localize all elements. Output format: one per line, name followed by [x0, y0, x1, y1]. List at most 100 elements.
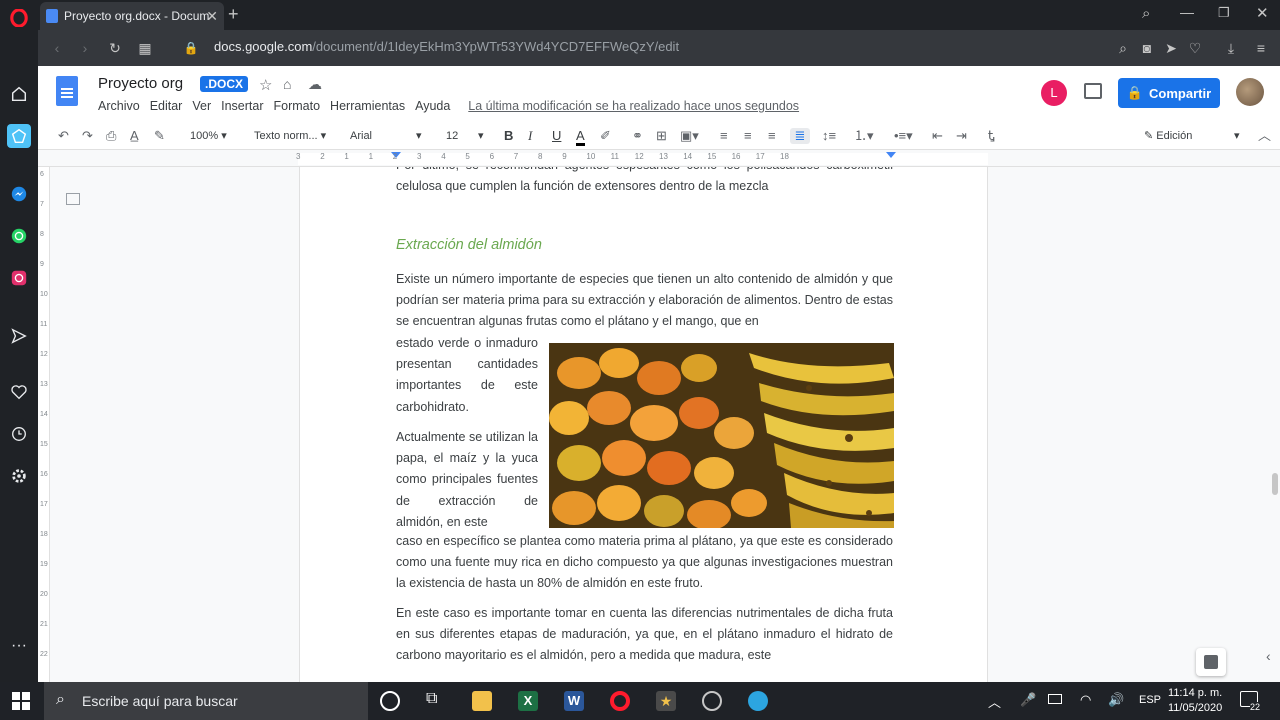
tabs-grid-icon[interactable]: ▦	[136, 39, 154, 57]
menu-editar[interactable]: Editar	[150, 99, 183, 113]
task-view-icon[interactable]: ⧉	[426, 690, 437, 708]
editing-mode-select[interactable]: ✎ Edición	[1144, 128, 1192, 144]
tray-expand-icon[interactable]: ︿	[988, 692, 1001, 711]
undo-icon[interactable]: ↶	[58, 128, 69, 144]
docs-logo-icon[interactable]	[56, 76, 78, 106]
url-field[interactable]: docs.google.com/document/d/1IdeyEkHm3YpW…	[214, 39, 679, 54]
menu-insertar[interactable]: Insertar	[221, 99, 263, 113]
user-avatar[interactable]	[1236, 78, 1264, 106]
increase-indent-icon[interactable]: ⇥	[956, 128, 967, 144]
restore-icon[interactable]: ❐	[1218, 5, 1230, 21]
align-right-icon[interactable]: ≡	[768, 128, 776, 144]
telegram-icon[interactable]	[748, 691, 768, 711]
fruit-photo[interactable]	[549, 343, 894, 528]
font-size-arrow-icon[interactable]: ▾	[478, 128, 484, 144]
insert-image-icon[interactable]: ▣▾	[680, 128, 699, 144]
back-icon[interactable]: ‹	[48, 39, 66, 57]
search-tabs-icon[interactable]: ⌕	[1142, 5, 1150, 22]
align-justify-icon[interactable]: ≣	[790, 128, 810, 144]
highlight-icon[interactable]: ✐	[600, 128, 611, 144]
taskbar-clock[interactable]: 11:14 p. m. 11/05/2020	[1168, 686, 1222, 716]
print-icon[interactable]: ⎙	[106, 128, 116, 144]
opera-taskbar-icon[interactable]	[610, 691, 630, 711]
zoom-select[interactable]: 100% ▾	[190, 128, 227, 144]
menu-icon[interactable]: ≡	[1252, 39, 1270, 57]
wifi-icon[interactable]: ◠	[1080, 692, 1091, 708]
movie-maker-icon[interactable]: ★	[656, 691, 676, 711]
opera-logo-icon[interactable]	[7, 6, 31, 30]
star-icon[interactable]: ☆	[259, 76, 272, 94]
underline-icon[interactable]: U	[552, 128, 561, 144]
taskbar-search[interactable]: ⌕ Escribe aquí para buscar	[44, 682, 368, 720]
collapse-menu-icon[interactable]: ︿	[1258, 128, 1271, 144]
microphone-icon[interactable]: 🎤	[1020, 692, 1036, 708]
font-select[interactable]: Arial	[350, 128, 426, 144]
editing-mode-arrow-icon[interactable]: ▾	[1234, 128, 1240, 144]
document-outline-icon[interactable]	[66, 193, 80, 205]
menu-ver[interactable]: Ver	[192, 99, 211, 113]
download-icon[interactable]: ⤓	[1222, 39, 1240, 57]
spellcheck-icon[interactable]: A̲	[130, 128, 139, 144]
excel-icon[interactable]: X	[518, 691, 538, 711]
menu-archivo[interactable]: Archivo	[98, 99, 140, 113]
italic-icon[interactable]: I	[528, 128, 532, 144]
explore-button[interactable]	[1196, 648, 1226, 676]
forward-icon[interactable]: ›	[76, 39, 94, 57]
font-select-arrow-icon[interactable]: ▾	[416, 128, 422, 144]
decrease-indent-icon[interactable]: ⇤	[932, 128, 943, 144]
style-select[interactable]: Texto norm... ▾	[254, 128, 326, 144]
word-icon[interactable]: W	[564, 691, 584, 711]
battery-icon[interactable]	[1048, 694, 1062, 704]
more-options-icon[interactable]: ···	[7, 634, 31, 658]
file-explorer-icon[interactable]	[472, 691, 492, 711]
align-center-icon[interactable]: ≡	[744, 128, 752, 144]
heart-icon[interactable]	[7, 380, 31, 404]
volume-icon[interactable]: 🔊	[1108, 692, 1124, 708]
whatsapp-icon[interactable]	[7, 224, 31, 248]
document-title[interactable]: Proyecto org	[98, 75, 183, 92]
window-close-icon[interactable]: ✕	[1256, 4, 1269, 22]
settings-gear-icon[interactable]	[7, 464, 31, 488]
minimize-icon[interactable]: —	[1180, 4, 1194, 20]
search-icon[interactable]: ⌕	[1114, 39, 1132, 57]
side-panel-toggle-icon[interactable]: ‹	[1266, 648, 1271, 664]
send-page-icon[interactable]: ➤	[1162, 39, 1180, 57]
instagram-icon[interactable]	[7, 266, 31, 290]
redo-icon[interactable]: ↷	[82, 128, 93, 144]
share-button[interactable]: 🔒 Compartir	[1118, 78, 1220, 108]
camera-icon[interactable]: ◙	[1138, 39, 1156, 57]
language-indicator[interactable]: ESP	[1139, 694, 1161, 706]
new-tab-icon[interactable]: +	[228, 4, 239, 25]
scrollbar-thumb[interactable]	[1272, 473, 1278, 495]
home-icon[interactable]	[7, 82, 31, 106]
history-clock-icon[interactable]	[7, 422, 31, 446]
align-left-icon[interactable]: ≡	[720, 128, 728, 144]
menu-formato[interactable]: Formato	[274, 99, 321, 113]
bookmark-heart-icon[interactable]: ♡	[1186, 39, 1204, 57]
vertical-ruler[interactable]: 6 7 8 9 10 11 12 13 14 15 16 17 18 19 20 21 22	[38, 167, 50, 682]
menu-herramientas[interactable]: Herramientas	[330, 99, 405, 113]
bulleted-list-icon[interactable]: •≡▾	[894, 128, 913, 144]
line-spacing-icon[interactable]: ↕≡	[822, 128, 836, 144]
start-windows-icon[interactable]	[12, 692, 30, 710]
cortana-icon[interactable]	[380, 691, 400, 711]
collaborator-avatar[interactable]: L	[1041, 80, 1067, 106]
text-color-icon[interactable]: A	[576, 128, 585, 146]
bold-icon[interactable]: B	[504, 128, 513, 144]
send-icon[interactable]	[7, 324, 31, 348]
document-page[interactable]: Por último, se recomiendan agentes espes…	[299, 167, 988, 682]
tab-close-icon[interactable]: ✕	[206, 8, 218, 25]
obs-icon[interactable]	[702, 691, 722, 711]
link-icon[interactable]: ⚭	[632, 128, 643, 144]
numbered-list-icon[interactable]: ⒈▾	[854, 128, 874, 144]
horizontal-ruler[interactable]: 3 2 1 1 2 3 4 5 6 7 8 9 10 11 12 13 14 15 16 17 18	[38, 151, 1280, 167]
messenger-icon[interactable]	[7, 182, 31, 206]
clear-formatting-icon[interactable]: Ꮏ	[988, 128, 995, 144]
speed-dial-icon[interactable]	[7, 124, 31, 148]
paint-format-icon[interactable]: ✎	[154, 128, 165, 144]
comments-icon[interactable]	[1084, 83, 1102, 99]
move-folder-icon[interactable]: ⌂	[283, 76, 291, 92]
right-indent-marker-icon[interactable]	[886, 152, 896, 158]
browser-tab[interactable]: Proyecto org.docx - Docum ✕	[40, 2, 224, 30]
menu-ayuda[interactable]: Ayuda	[415, 99, 450, 113]
